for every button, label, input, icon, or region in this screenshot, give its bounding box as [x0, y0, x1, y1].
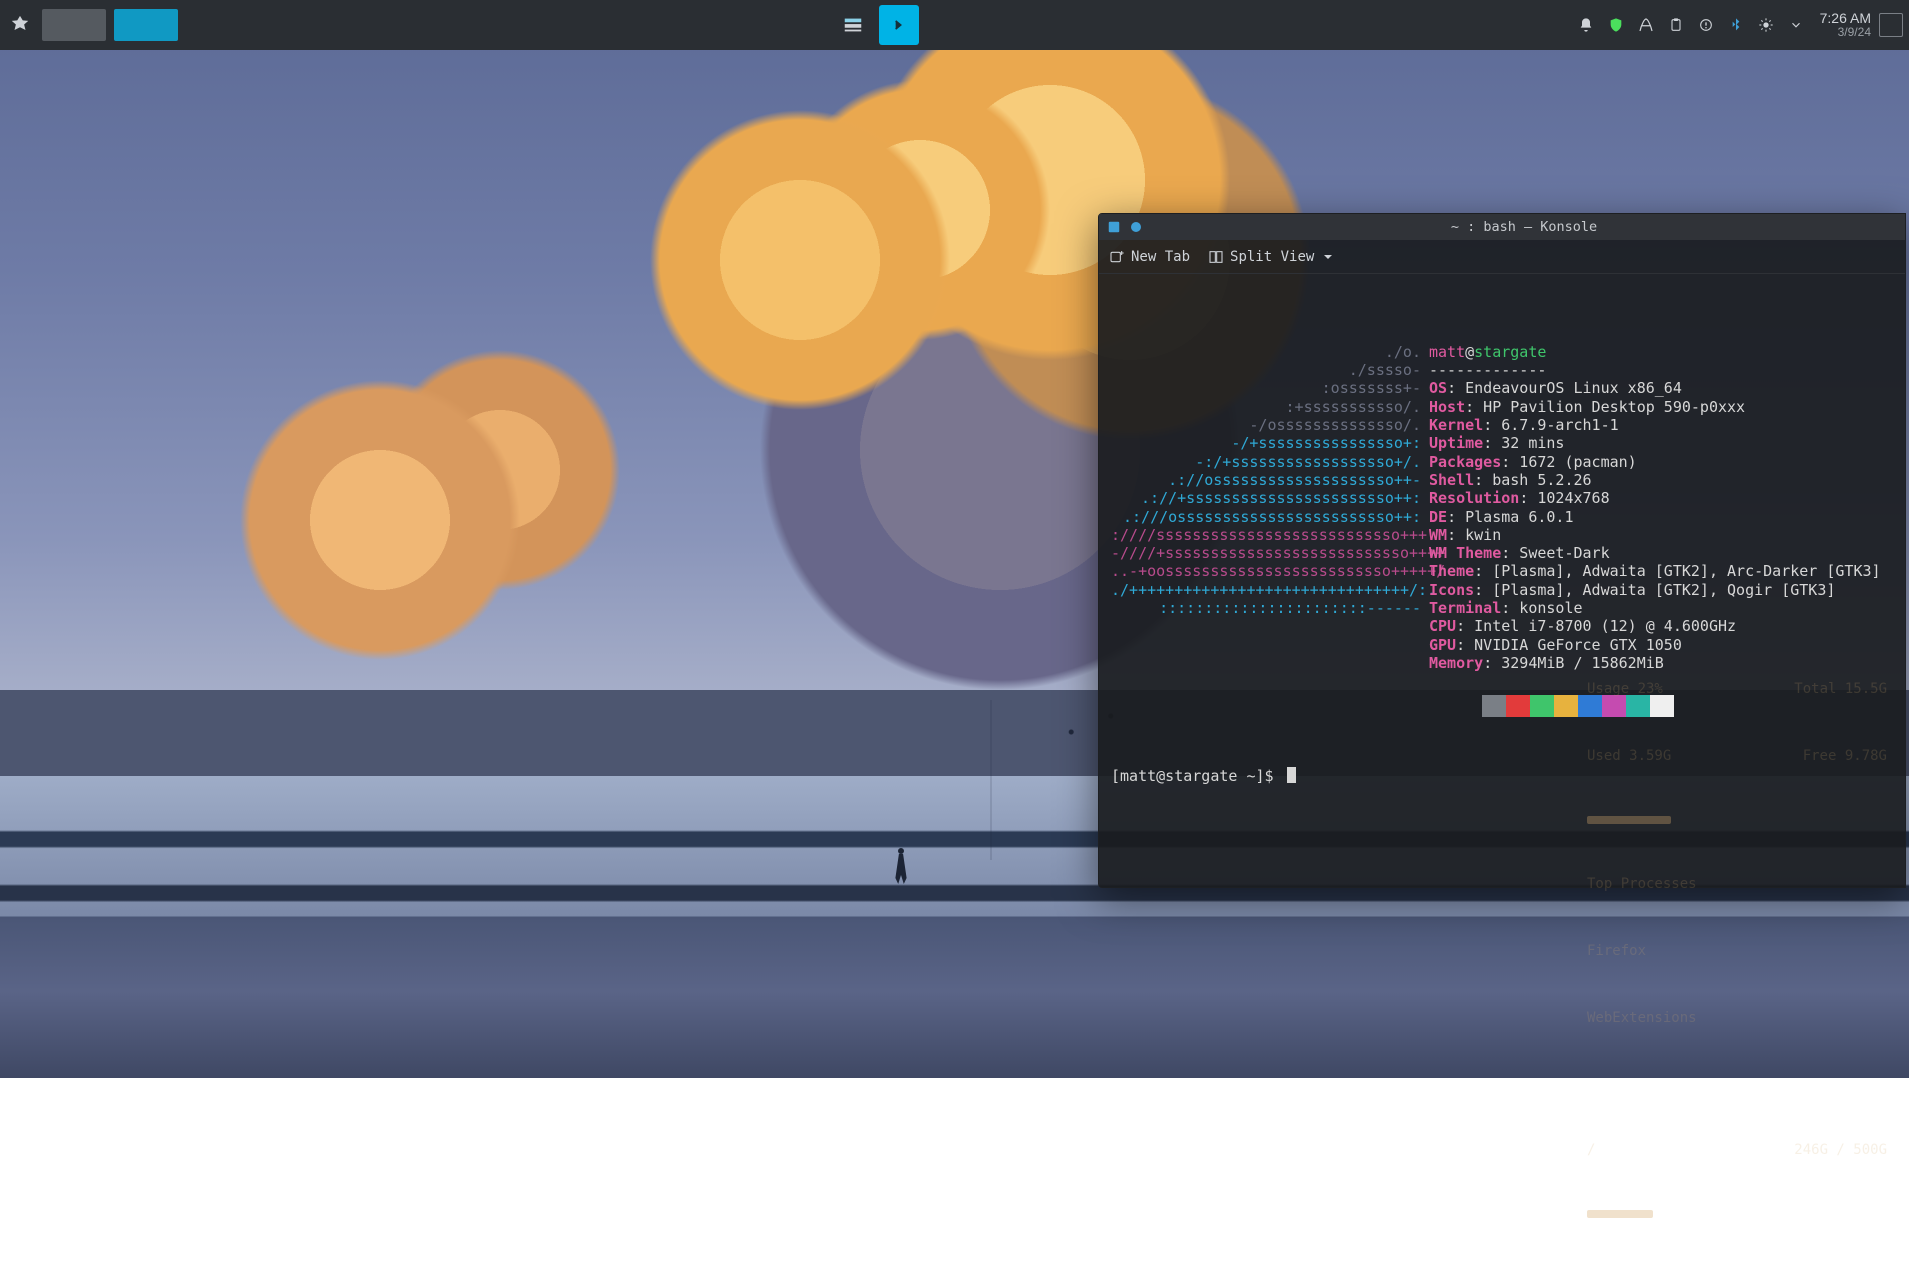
notifications-icon[interactable] [1576, 15, 1596, 35]
security-shield-icon[interactable] [1606, 15, 1626, 35]
updates-icon[interactable] [1696, 15, 1716, 35]
window-title: ~ : bash — Konsole [1151, 219, 1897, 235]
clock-time: 7:26 AM [1820, 11, 1871, 26]
split-view-icon [1208, 249, 1224, 265]
new-tab-button[interactable]: New Tab [1109, 249, 1190, 265]
split-view-button[interactable]: Split View [1208, 249, 1332, 265]
window-menu-icon[interactable] [1107, 220, 1121, 234]
wallpaper-hiker [890, 848, 912, 888]
virtual-desktop-1[interactable] [42, 9, 106, 41]
taskbar-app-1[interactable] [833, 5, 873, 45]
window-indicator-icon [1131, 222, 1141, 232]
konsole-window: ~ : bash — Konsole New Tab Split View ./… [1098, 213, 1906, 888]
plasma-logo-icon [9, 14, 31, 36]
app-launcher[interactable] [4, 9, 36, 41]
top-panel: 7:26 AM 3/9/24 [0, 0, 1909, 50]
clipboard-icon[interactable] [1666, 15, 1686, 35]
new-tab-icon [1109, 249, 1125, 265]
tray-expand-chevron-icon[interactable] [1786, 15, 1806, 35]
konsole-toolbar: New Tab Split View [1099, 240, 1905, 274]
brightness-icon[interactable] [1756, 15, 1776, 35]
taskbar-konsole[interactable] [879, 5, 919, 45]
input-method-icon[interactable] [1636, 15, 1656, 35]
split-view-label: Split View [1230, 249, 1314, 265]
terminal-icon [889, 15, 909, 35]
new-tab-label: New Tab [1131, 249, 1190, 265]
window-list-icon [842, 14, 864, 36]
virtual-desktop-2[interactable] [114, 9, 178, 41]
terminal-output[interactable]: ./o.matt@stargate./sssso--------------:o… [1099, 274, 1905, 887]
cursor-icon [1287, 767, 1296, 783]
panel-clock[interactable]: 7:26 AM 3/9/24 [1820, 11, 1871, 38]
show-desktop-button[interactable] [1879, 13, 1903, 37]
background-system-monitor: Usage 23%Total 15.5G Used 3.59GFree 9.78… [1587, 278, 1887, 887]
system-tray [1566, 15, 1816, 35]
konsole-titlebar[interactable]: ~ : bash — Konsole [1099, 214, 1905, 240]
clock-date: 3/9/24 [1820, 26, 1871, 39]
bluetooth-icon[interactable] [1726, 15, 1746, 35]
